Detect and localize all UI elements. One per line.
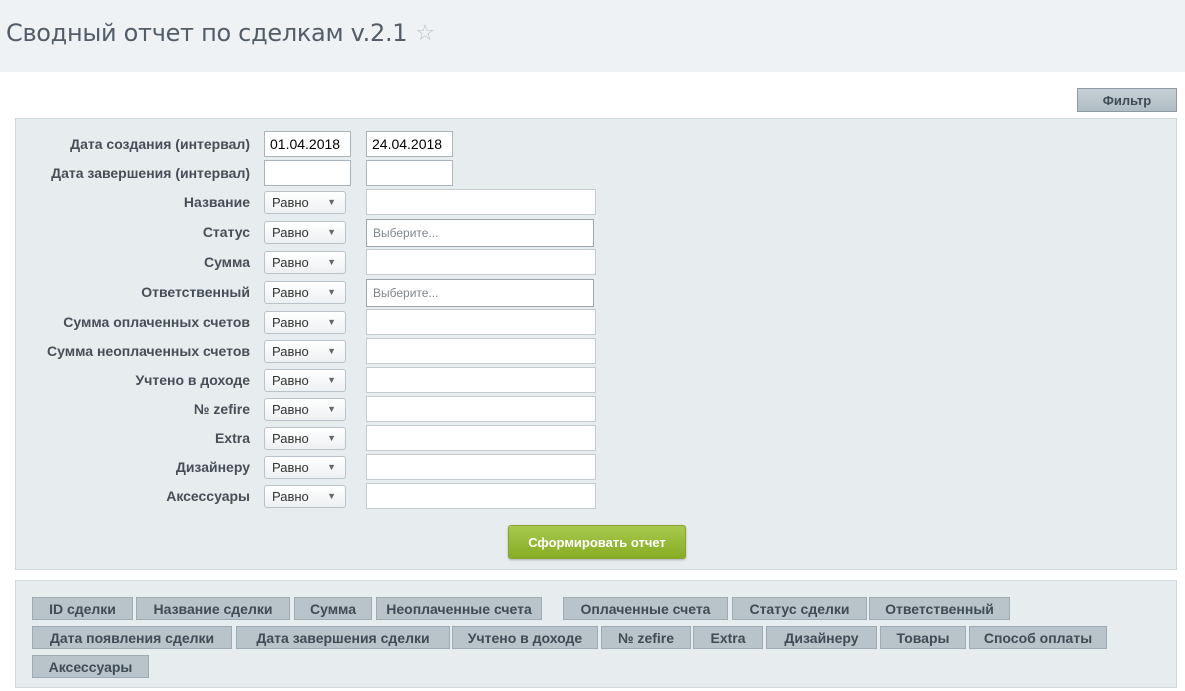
operator-select-value: Равно: [272, 225, 309, 240]
chevron-down-icon: ▼: [327, 287, 336, 297]
star-icon[interactable]: ☆: [415, 21, 435, 46]
page-title-text: Сводный отчет по сделкам v.2.1: [6, 19, 408, 47]
operator-select-value: Равно: [272, 373, 309, 388]
filter-label: Extra: [214, 430, 250, 446]
filter-label: Сумма: [203, 254, 250, 270]
operator-select-value: Равно: [272, 285, 309, 300]
operator-select[interactable]: Равно ▼: [264, 369, 346, 392]
filter-value-input[interactable]: [366, 189, 596, 215]
columns-panel: ID сделки Название сделки Сумма Неоплаченны…: [15, 580, 1177, 688]
chevron-down-icon: ▼: [327, 375, 336, 385]
column-tag[interactable]: Сумма: [294, 597, 372, 620]
column-tag[interactable]: Дата завершения сделки: [236, 626, 450, 649]
column-tag[interactable]: Ответственный: [869, 597, 1010, 620]
filter-label: Сумма оплаченных счетов: [63, 314, 250, 330]
column-tag[interactable]: № zefire: [601, 626, 691, 649]
filter-row-completed: Дата завершения (интервал): [16, 160, 716, 186]
chevron-down-icon: ▼: [327, 257, 336, 267]
page-title: Сводный отчет по сделкам v.2.1 ☆: [6, 19, 435, 47]
operator-select-value: Равно: [272, 255, 309, 270]
filter-label: Дизайнеру: [175, 459, 250, 475]
column-tag[interactable]: Оплаченные счета: [563, 597, 728, 620]
completed-to-input[interactable]: [366, 160, 453, 186]
chevron-down-icon: ▼: [327, 404, 336, 414]
filter-row: Статус Равно ▼ Выберите...: [16, 219, 716, 247]
column-tag[interactable]: Extra: [693, 626, 763, 649]
operator-select[interactable]: Равно ▼: [264, 311, 346, 334]
chevron-down-icon: ▼: [327, 197, 336, 207]
filter-row: № zefire Равно ▼: [16, 396, 716, 422]
chevron-down-icon: ▼: [327, 346, 336, 356]
operator-select-value: Равно: [272, 431, 309, 446]
filter-row: Ответственный Равно ▼ Выберите...: [16, 279, 716, 307]
operator-select-value: Равно: [272, 460, 309, 475]
filter-row: Сумма Равно ▼: [16, 249, 716, 275]
column-tag[interactable]: Товары: [880, 626, 966, 649]
filter-row: Сумма оплаченных счетов Равно ▼: [16, 309, 716, 335]
operator-select[interactable]: Равно ▼: [264, 456, 346, 479]
generate-report-button[interactable]: Сформировать отчет: [508, 525, 686, 559]
filter-button[interactable]: Фильтр: [1077, 88, 1177, 112]
operator-select-value: Равно: [272, 402, 309, 417]
operator-select-value: Равно: [272, 344, 309, 359]
column-tag[interactable]: ID сделки: [32, 597, 133, 620]
chevron-down-icon: ▼: [327, 227, 336, 237]
filter-label: Ответственный: [141, 284, 250, 300]
operator-select[interactable]: Равно ▼: [264, 485, 346, 508]
chevron-down-icon: ▼: [327, 317, 336, 327]
filter-label: Сумма неоплаченных счетов: [47, 343, 250, 359]
operator-select[interactable]: Равно ▼: [264, 251, 346, 274]
entity-selector-field[interactable]: Выберите...: [366, 279, 594, 307]
filter-label: Аксессуары: [166, 488, 250, 504]
filter-row: Учтено в доходе Равно ▼: [16, 367, 716, 393]
filter-label: Статус: [202, 224, 250, 240]
column-tag[interactable]: Способ оплаты: [969, 626, 1107, 649]
operator-select[interactable]: Равно ▼: [264, 427, 346, 450]
filter-label: № zefire: [193, 401, 250, 417]
created-from-input[interactable]: [264, 131, 351, 157]
chevron-down-icon: ▼: [327, 462, 336, 472]
operator-select[interactable]: Равно ▼: [264, 221, 346, 244]
filter-row: Название Равно ▼: [16, 189, 716, 215]
filter-row: Дизайнеру Равно ▼: [16, 454, 716, 480]
page-header: Сводный отчет по сделкам v.2.1 ☆: [0, 0, 1185, 72]
column-tag[interactable]: Статус сделки: [732, 597, 867, 620]
filter-value-input[interactable]: [366, 367, 596, 393]
filter-value-input[interactable]: [366, 396, 596, 422]
column-tag[interactable]: Дизайнеру: [766, 626, 877, 649]
filter-row: Аксессуары Равно ▼: [16, 483, 716, 509]
column-tag[interactable]: Учтено в доходе: [452, 626, 598, 649]
filter-label-completed: Дата завершения (интервал): [51, 165, 250, 181]
column-tag[interactable]: Дата появления сделки: [32, 626, 232, 649]
created-to-input[interactable]: [366, 131, 453, 157]
chevron-down-icon: ▼: [327, 433, 336, 443]
filter-row: Сумма неоплаченных счетов Равно ▼: [16, 338, 716, 364]
filter-value-input[interactable]: [366, 425, 596, 451]
operator-select[interactable]: Равно ▼: [264, 281, 346, 304]
filter-value-input[interactable]: [366, 454, 596, 480]
column-tag[interactable]: Аксессуары: [32, 655, 149, 678]
operator-select-value: Равно: [272, 489, 309, 504]
filter-label: Учтено в доходе: [135, 372, 250, 388]
operator-select[interactable]: Равно ▼: [264, 191, 346, 214]
filter-value-input[interactable]: [366, 483, 596, 509]
completed-from-input[interactable]: [264, 160, 351, 186]
operator-select-value: Равно: [272, 315, 309, 330]
chevron-down-icon: ▼: [327, 491, 336, 501]
operator-select[interactable]: Равно ▼: [264, 340, 346, 363]
operator-select-value: Равно: [272, 195, 309, 210]
filter-panel: Дата создания (интервал) Дата завершения…: [15, 118, 1177, 570]
filter-row: Extra Равно ▼: [16, 425, 716, 451]
filter-label: Название: [183, 194, 250, 210]
entity-selector-field[interactable]: Выберите...: [366, 219, 594, 247]
filter-value-input[interactable]: [366, 249, 596, 275]
operator-select[interactable]: Равно ▼: [264, 398, 346, 421]
filter-row-created: Дата создания (интервал): [16, 131, 716, 157]
filter-value-input[interactable]: [366, 338, 596, 364]
column-tag[interactable]: Неоплаченные счета: [376, 597, 542, 620]
filter-label-created: Дата создания (интервал): [70, 136, 250, 152]
filter-value-input[interactable]: [366, 309, 596, 335]
column-tag[interactable]: Название сделки: [136, 597, 290, 620]
